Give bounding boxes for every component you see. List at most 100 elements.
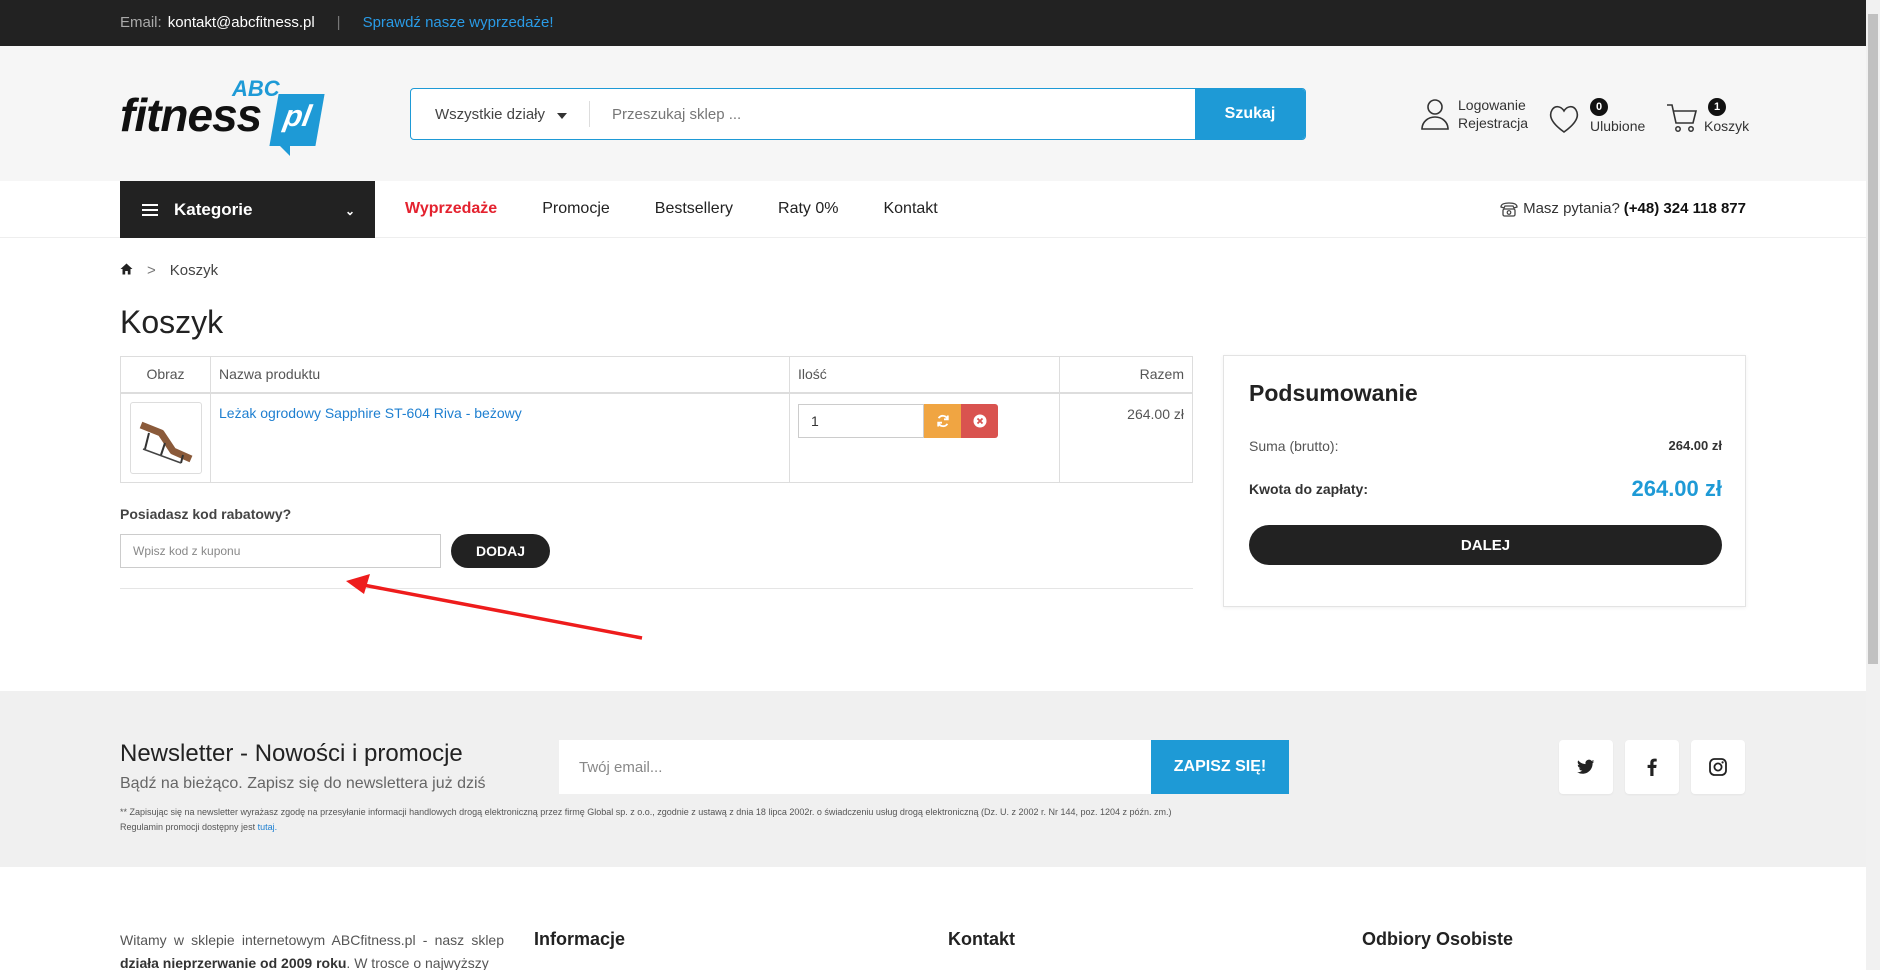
coupon-code-input[interactable]	[120, 534, 441, 568]
nav-link-bestsellers[interactable]: Bestsellery	[655, 200, 733, 218]
newsletter-subscribe-button[interactable]: ZAPISZ SIĘ!	[1151, 740, 1289, 794]
newsletter-heading: Newsletter - Nowości i promocje	[120, 740, 463, 767]
logo-fitness: fitness	[120, 89, 262, 141]
nav-link-promotions[interactable]: Promocje	[542, 200, 610, 218]
newsletter-email-input[interactable]	[559, 740, 1152, 794]
sale-promo-link[interactable]: Sprawdź nasze wyprzedaże!	[363, 14, 554, 31]
page-scrollbar[interactable]	[1866, 0, 1880, 970]
phone-icon	[1500, 201, 1518, 217]
column-header-name: Nazwa produktu	[210, 356, 790, 394]
footer-heading-pickup: Odbiory Osobiste	[1362, 929, 1514, 949]
email-link[interactable]: kontakt@abcfitness.pl	[168, 14, 315, 31]
cart-table: Obraz Nazwa produktu Ilość Razem Leżak o…	[120, 356, 1193, 483]
cart-link[interactable]: 1 Koszyk	[1666, 98, 1756, 138]
footer-intro-b: działa nieprzerwanie od 2009 roku	[120, 955, 347, 970]
update-quantity-button[interactable]	[924, 403, 961, 438]
product-thumbnail[interactable]	[129, 401, 202, 474]
footer-intro-a: Witamy w sklepie internetowym ABCfitness…	[120, 932, 504, 948]
cart-label: Koszyk	[1704, 118, 1750, 134]
account-link[interactable]: Logowanie Rejestracja	[1420, 96, 1528, 132]
nav-link-sale[interactable]: Wyprzedaże	[405, 200, 497, 218]
categories-label: Kategorie	[174, 199, 253, 219]
product-link[interactable]: Leżak ogrodowy Sapphire ST-604 Riva - be…	[219, 405, 522, 421]
chevron-down-icon: ⌄	[344, 204, 355, 218]
amount-due-value: 264.00 zł	[1631, 476, 1722, 501]
divider	[120, 588, 1193, 589]
email-label: Email:	[120, 14, 162, 31]
footer: Witamy w sklepie internetowym ABCfitness…	[0, 867, 1866, 970]
subtotal-label: Suma (brutto):	[1249, 438, 1339, 454]
table-header-row: Obraz Nazwa produktu Ilość Razem	[120, 356, 1193, 394]
rules-text: Regulamin promocji dostępny jest	[120, 822, 256, 832]
newsletter-consent-text: ** Zapisując się na newsletter wyrażasz …	[120, 807, 1172, 817]
coupon-label: Posiadasz kod rabatowy?	[120, 506, 292, 522]
summary-title: Podsumowanie	[1249, 380, 1418, 406]
cart-count-badge: 1	[1708, 98, 1726, 116]
search-bar: Wszystkie działy Szukaj	[410, 88, 1306, 140]
facebook-icon	[1647, 758, 1657, 776]
summary-subtotal-row: Suma (brutto): 264.00 zł	[1249, 438, 1722, 454]
newsletter-subheading: Bądź na bieżąco. Zapisz się do newslette…	[120, 775, 486, 792]
product-total-cell: 264.00 zł	[1059, 392, 1193, 483]
cart-icon	[1667, 104, 1698, 132]
checkout-next-button[interactable]: DALEJ	[1249, 525, 1722, 565]
product-quantity-cell	[789, 392, 1060, 483]
footer-intro-c: . W trosce o najwyższy	[346, 955, 489, 970]
quantity-input[interactable]	[798, 403, 924, 438]
rules-link[interactable]: tutaj.	[258, 822, 278, 832]
heart-icon	[1549, 105, 1579, 133]
register-label: Rejestracja	[1458, 115, 1529, 131]
nav-link-contact[interactable]: Kontakt	[883, 200, 937, 218]
subtotal-value: 264.00 zł	[1668, 438, 1723, 453]
account-labels: Logowanie Rejestracja	[1458, 96, 1528, 132]
phone-label: Masz pytania?	[1523, 200, 1620, 217]
caret-down-icon	[557, 113, 567, 119]
user-icon	[1421, 99, 1449, 130]
table-row: Leżak ogrodowy Sapphire ST-604 Riva - be…	[120, 392, 1193, 483]
category-select-value: Wszystkie działy	[435, 105, 546, 123]
amount-due-label: Kwota do zapłaty:	[1249, 481, 1369, 497]
facebook-button[interactable]	[1625, 740, 1679, 794]
main-nav: Kategorie ⌄ Wyprzedaże Promocje Bestsell…	[0, 181, 1866, 238]
order-summary-panel: Podsumowanie Suma (brutto): 264.00 zł Kw…	[1223, 355, 1746, 607]
remove-item-button[interactable]	[961, 403, 998, 438]
favorites-count-badge: 0	[1590, 98, 1608, 116]
refresh-icon	[936, 414, 949, 427]
footer-heading-contact: Kontakt	[948, 929, 1015, 949]
twitter-button[interactable]	[1559, 740, 1613, 794]
instagram-icon	[1709, 758, 1727, 776]
breadcrumb-current: Koszyk	[169, 262, 219, 279]
login-label: Logowanie	[1458, 97, 1526, 113]
topbar-divider: |	[336, 14, 341, 31]
newsletter-fine-print: ** Zapisując się na newsletter wyrażasz …	[120, 805, 1300, 835]
twitter-icon	[1577, 759, 1595, 774]
footer-intro-text: Witamy w sklepie internetowym ABCfitness…	[120, 929, 504, 970]
nav-link-installments[interactable]: Raty 0%	[778, 200, 838, 218]
summary-total-row: Kwota do zapłaty: 264.00 zł	[1249, 476, 1722, 502]
newsletter-section: Newsletter - Nowości i promocje Bądź na …	[0, 691, 1866, 867]
breadcrumb: > Koszyk	[120, 262, 218, 279]
quantity-control	[798, 403, 1051, 438]
apply-coupon-button[interactable]: DODAJ	[451, 534, 550, 568]
search-input[interactable]	[590, 89, 1195, 139]
instagram-button[interactable]	[1691, 740, 1745, 794]
categories-menu-button[interactable]: Kategorie ⌄	[120, 181, 375, 238]
logo-pl: pl	[269, 94, 325, 146]
category-select[interactable]: Wszystkie działy	[411, 89, 589, 139]
favorites-label: Ulubione	[1590, 118, 1646, 134]
product-name-cell: Leżak ogrodowy Sapphire ST-604 Riva - be…	[210, 392, 790, 483]
site-logo[interactable]: ABC fitness pl	[120, 76, 325, 156]
favorites-link[interactable]: 0 Ulubione	[1548, 98, 1648, 138]
search-button[interactable]: Szukaj	[1195, 89, 1305, 139]
annotation-arrow-icon	[346, 574, 643, 640]
header: ABC fitness pl Wszystkie działy Szukaj L…	[0, 46, 1866, 181]
remove-icon	[973, 414, 986, 427]
newsletter-rules-line: Regulamin promocji dostępny jest tutaj.	[120, 820, 1300, 835]
menu-icon	[142, 201, 158, 219]
home-icon[interactable]	[120, 262, 133, 279]
phone-number[interactable]: (+48) 324 118 877	[1624, 200, 1746, 217]
top-bar: Email: kontakt@abcfitness.pl | Sprawdź n…	[0, 0, 1866, 46]
page-title: Koszyk	[120, 304, 224, 340]
scrollbar-thumb[interactable]	[1868, 14, 1878, 664]
footer-heading-info: Informacje	[534, 929, 626, 949]
